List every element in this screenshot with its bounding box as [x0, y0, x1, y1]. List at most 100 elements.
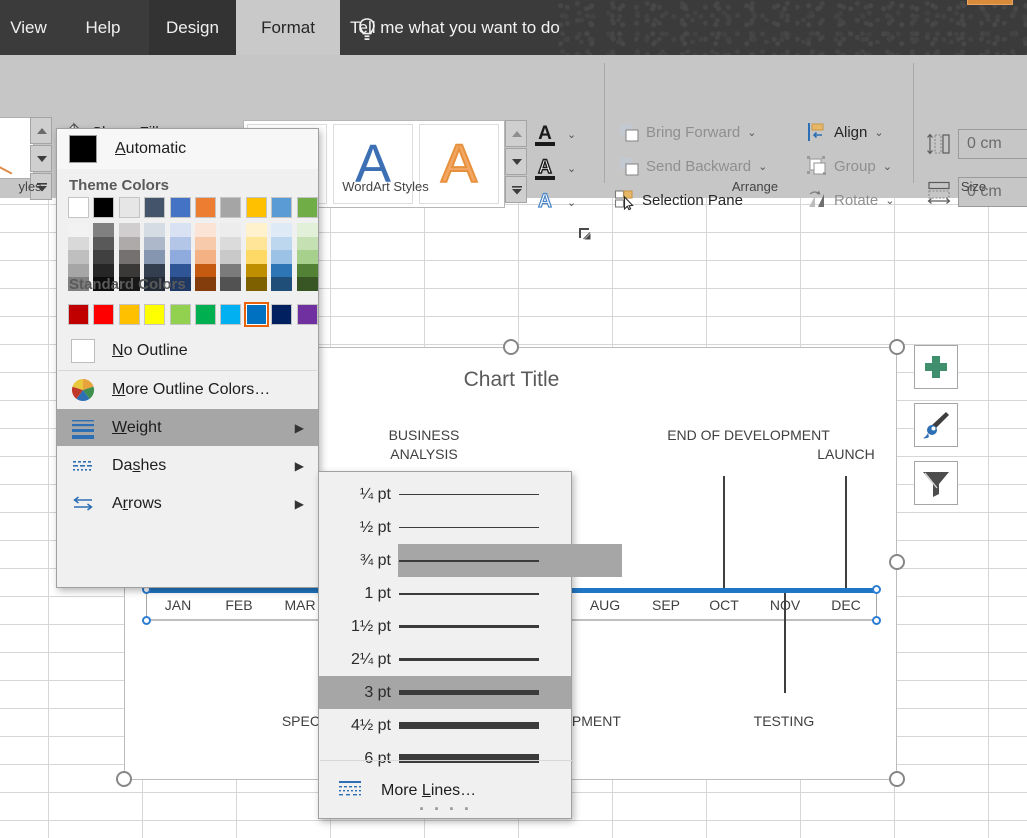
theme-color-tint-swatch[interactable] — [246, 237, 267, 251]
theme-color-tint-swatch[interactable] — [246, 223, 267, 237]
chart-handle-bottom-left[interactable] — [116, 771, 132, 787]
weight-option-pt[interactable]: ¾ pt — [398, 544, 622, 577]
weight-option-pt[interactable]: ¼ pt — [319, 478, 571, 511]
theme-color-swatch[interactable] — [119, 197, 140, 218]
ribbon-tab-design[interactable]: Design — [149, 0, 236, 55]
theme-color-tint-swatch[interactable] — [170, 237, 191, 251]
tell-me-search[interactable]: Tell me what you want to do — [350, 0, 560, 55]
theme-color-tint-swatch[interactable] — [246, 250, 267, 264]
theme-color-tint-swatch[interactable] — [68, 250, 89, 264]
chart-handle-top-center[interactable] — [503, 339, 519, 355]
theme-color-tint-swatch[interactable] — [271, 277, 292, 291]
chart-handle-top-right[interactable] — [889, 339, 905, 355]
standard-color-swatch[interactable] — [246, 304, 267, 325]
chevron-down-icon[interactable]: ⌄ — [883, 160, 892, 173]
chevron-down-icon[interactable]: ⌄ — [567, 162, 576, 175]
weight-option-4pt[interactable]: 4½ pt — [319, 709, 571, 742]
shape-height-input[interactable]: 0 cm — [958, 129, 1027, 159]
theme-color-tint-swatch[interactable] — [297, 237, 318, 251]
chevron-down-icon[interactable]: ⌄ — [885, 194, 894, 207]
axis-handle-bottom-right[interactable] — [872, 616, 881, 625]
theme-color-tint-swatch[interactable] — [271, 237, 292, 251]
more-outline-colors-item[interactable]: More Outline Colors… — [57, 371, 318, 408]
theme-color-swatch[interactable] — [68, 197, 89, 218]
weight-submenu[interactable]: ¼ pt½ pt¾ pt1 pt1½ pt2¼ pt3 pt4½ pt6 pt … — [318, 471, 572, 819]
theme-color-tint-swatch[interactable] — [271, 223, 292, 237]
chevron-down-icon[interactable]: ⌄ — [758, 160, 767, 173]
standard-color-swatch[interactable] — [144, 304, 165, 325]
theme-color-tint-swatch[interactable] — [246, 264, 267, 278]
theme-color-tint-swatch[interactable] — [144, 223, 165, 237]
weight-option-6pt[interactable]: 6 pt — [319, 742, 571, 775]
arrows-item[interactable]: Arrows ▶ — [57, 485, 318, 522]
wordart-scroll-up-button[interactable] — [505, 120, 527, 147]
text-fill-button[interactable]: A ⌄ — [535, 119, 576, 149]
theme-color-tint-swatch[interactable] — [195, 237, 216, 251]
theme-color-tint-swatch[interactable] — [195, 250, 216, 264]
theme-color-tint-swatch[interactable] — [93, 250, 114, 264]
wordart-scroll-down-button[interactable] — [505, 148, 527, 175]
weight-option-2pt[interactable]: 2¼ pt — [319, 643, 571, 676]
text-effects-button[interactable]: A ⌄ — [535, 187, 576, 217]
theme-color-tint-swatch[interactable] — [220, 250, 241, 264]
standard-color-swatch[interactable] — [93, 304, 114, 325]
milestone-label-business-analysis[interactable]: BUSINESS ANALYSIS — [360, 426, 488, 464]
theme-color-tint-swatch[interactable] — [119, 237, 140, 251]
theme-color-tint-swatch[interactable] — [220, 223, 241, 237]
automatic-color-item[interactable]: Automatic — [57, 129, 318, 169]
shape-styles-gallery[interactable] — [0, 117, 34, 179]
theme-color-swatch[interactable] — [93, 197, 114, 218]
theme-color-tint-swatch[interactable] — [271, 250, 292, 264]
milestone-label-launch[interactable]: LAUNCH — [786, 445, 906, 464]
theme-color-tint-swatch[interactable] — [297, 250, 318, 264]
standard-color-swatch[interactable] — [297, 304, 318, 325]
theme-color-swatch[interactable] — [195, 197, 216, 218]
chart-styles-button[interactable] — [914, 403, 958, 447]
standard-color-swatch[interactable] — [119, 304, 140, 325]
no-outline-item[interactable]: No Outline — [57, 332, 318, 369]
axis-handle-bottom-left[interactable] — [142, 616, 151, 625]
theme-color-tint-swatch[interactable] — [144, 250, 165, 264]
theme-color-tint-swatch[interactable] — [195, 223, 216, 237]
theme-color-tint-swatch[interactable] — [170, 250, 191, 264]
group-button[interactable]: Group ⌄ — [800, 151, 898, 181]
theme-color-tint-swatch[interactable] — [220, 277, 241, 291]
theme-color-tint-swatch[interactable] — [195, 277, 216, 291]
weight-option-1pt[interactable]: 1 pt — [319, 577, 571, 610]
align-button[interactable]: Align ⌄ — [800, 117, 890, 147]
theme-color-tint-swatch[interactable] — [220, 264, 241, 278]
gallery-scroll-down-button[interactable] — [30, 145, 52, 172]
theme-color-tint-swatch[interactable] — [195, 264, 216, 278]
chevron-down-icon[interactable]: ⌄ — [747, 126, 756, 139]
theme-color-tint-swatch[interactable] — [144, 237, 165, 251]
chart-handle-bottom-right[interactable] — [889, 771, 905, 787]
milestone-label-end-of-development[interactable]: END OF DEVELOPMENT — [661, 426, 836, 445]
theme-color-swatch[interactable] — [246, 197, 267, 218]
gallery-scroll-up-button[interactable] — [30, 117, 52, 144]
chevron-down-icon[interactable]: ⌄ — [567, 128, 576, 141]
theme-color-tint-swatch[interactable] — [119, 223, 140, 237]
theme-color-tint-swatch[interactable] — [297, 264, 318, 278]
dialog-launcher-icon[interactable] — [578, 227, 592, 241]
theme-color-tint-swatch[interactable] — [93, 223, 114, 237]
theme-color-tint-swatch[interactable] — [246, 277, 267, 291]
ribbon-tab-format[interactable]: Format — [236, 0, 340, 55]
theme-color-tint-swatch[interactable] — [68, 237, 89, 251]
weight-option-pt[interactable]: ½ pt — [319, 511, 571, 544]
chevron-down-icon[interactable]: ⌄ — [567, 196, 576, 209]
chart-filters-button[interactable] — [914, 461, 958, 505]
dashes-item[interactable]: Dashes ▶ — [57, 447, 318, 484]
standard-color-swatch[interactable] — [170, 304, 191, 325]
standard-color-swatch[interactable] — [195, 304, 216, 325]
theme-color-tint-swatch[interactable] — [297, 223, 318, 237]
ribbon-tab-view[interactable]: View — [0, 0, 57, 55]
menu-grip[interactable]: ▪ ▪ ▪ ▪ — [319, 803, 573, 815]
theme-color-swatch[interactable] — [170, 197, 191, 218]
ribbon-tab-help[interactable]: Help — [57, 0, 149, 55]
theme-color-tint-swatch[interactable] — [271, 264, 292, 278]
weight-item[interactable]: Weight ▶ — [57, 409, 318, 446]
theme-color-tint-swatch[interactable] — [93, 237, 114, 251]
bring-forward-button[interactable]: Bring Forward ⌄ — [612, 117, 762, 147]
weight-option-1pt[interactable]: 1½ pt — [319, 610, 571, 643]
chart-handle-middle-right[interactable] — [889, 554, 905, 570]
